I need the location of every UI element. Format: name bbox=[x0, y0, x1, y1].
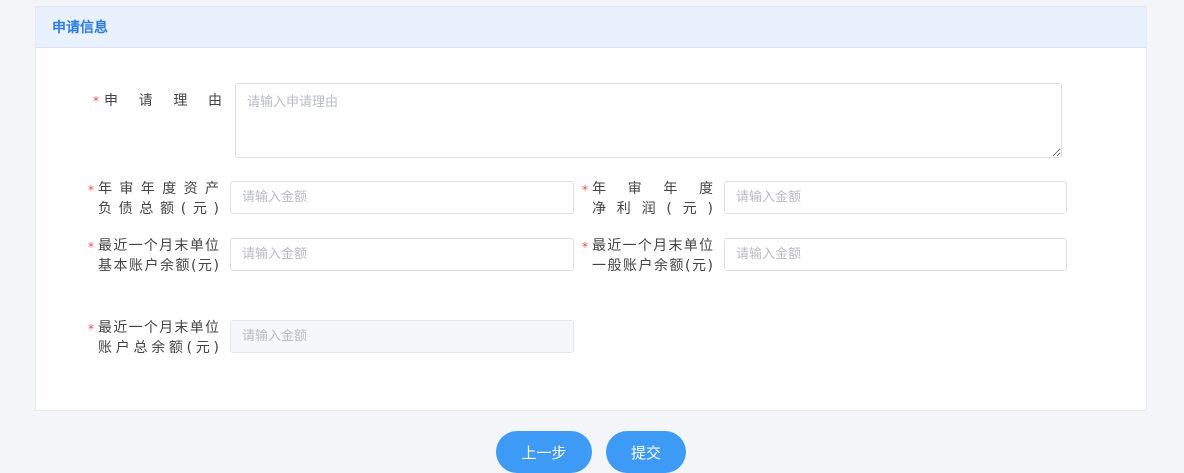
required-mark: * bbox=[582, 240, 588, 254]
basic-balance-label-line2: 基本账户余额(元) bbox=[98, 258, 219, 274]
general-balance-label: 最近一个月末单位 一般账户余额(元) bbox=[592, 236, 713, 276]
liability-input[interactable] bbox=[230, 181, 574, 214]
general-balance-input[interactable] bbox=[724, 238, 1067, 271]
general-balance-label-line2: 一般账户余额(元) bbox=[592, 258, 713, 274]
profit-label-line1: 年审年度 bbox=[592, 181, 713, 197]
liability-label-line1: 年审年度资产 bbox=[98, 181, 219, 197]
general-balance-label-line1: 最近一个月末单位 bbox=[592, 238, 713, 254]
card-header: 申请信息 bbox=[36, 7, 1146, 48]
total-balance-label: 最近一个月末单位 账户总余额(元) bbox=[98, 318, 219, 358]
liability-label: 年审年度资产 负债总额(元) bbox=[98, 179, 219, 219]
reason-label: 申请理由 bbox=[104, 93, 222, 109]
required-mark: * bbox=[93, 94, 99, 108]
submit-button[interactable]: 提交 bbox=[606, 431, 686, 473]
required-mark: * bbox=[88, 183, 94, 197]
basic-balance-input[interactable] bbox=[230, 238, 574, 271]
section-title: 申请信息 bbox=[52, 20, 108, 36]
basic-balance-label: 最近一个月末单位 基本账户余额(元) bbox=[98, 236, 219, 276]
total-balance-label-line2: 账户总余额(元) bbox=[98, 340, 219, 356]
profit-label-line2: 净利润(元) bbox=[592, 201, 713, 217]
total-balance-input bbox=[230, 320, 574, 353]
total-balance-label-line1: 最近一个月末单位 bbox=[98, 320, 219, 336]
required-mark: * bbox=[88, 322, 94, 336]
profit-input[interactable] bbox=[724, 181, 1067, 214]
liability-label-line2: 负债总额(元) bbox=[98, 201, 219, 217]
basic-balance-label-line1: 最近一个月末单位 bbox=[98, 238, 219, 254]
prev-step-button[interactable]: 上一步 bbox=[496, 431, 592, 473]
profit-label: 年审年度 净利润(元) bbox=[592, 179, 713, 219]
required-mark: * bbox=[582, 183, 588, 197]
required-mark: * bbox=[88, 240, 94, 254]
reason-textarea[interactable] bbox=[235, 83, 1062, 158]
